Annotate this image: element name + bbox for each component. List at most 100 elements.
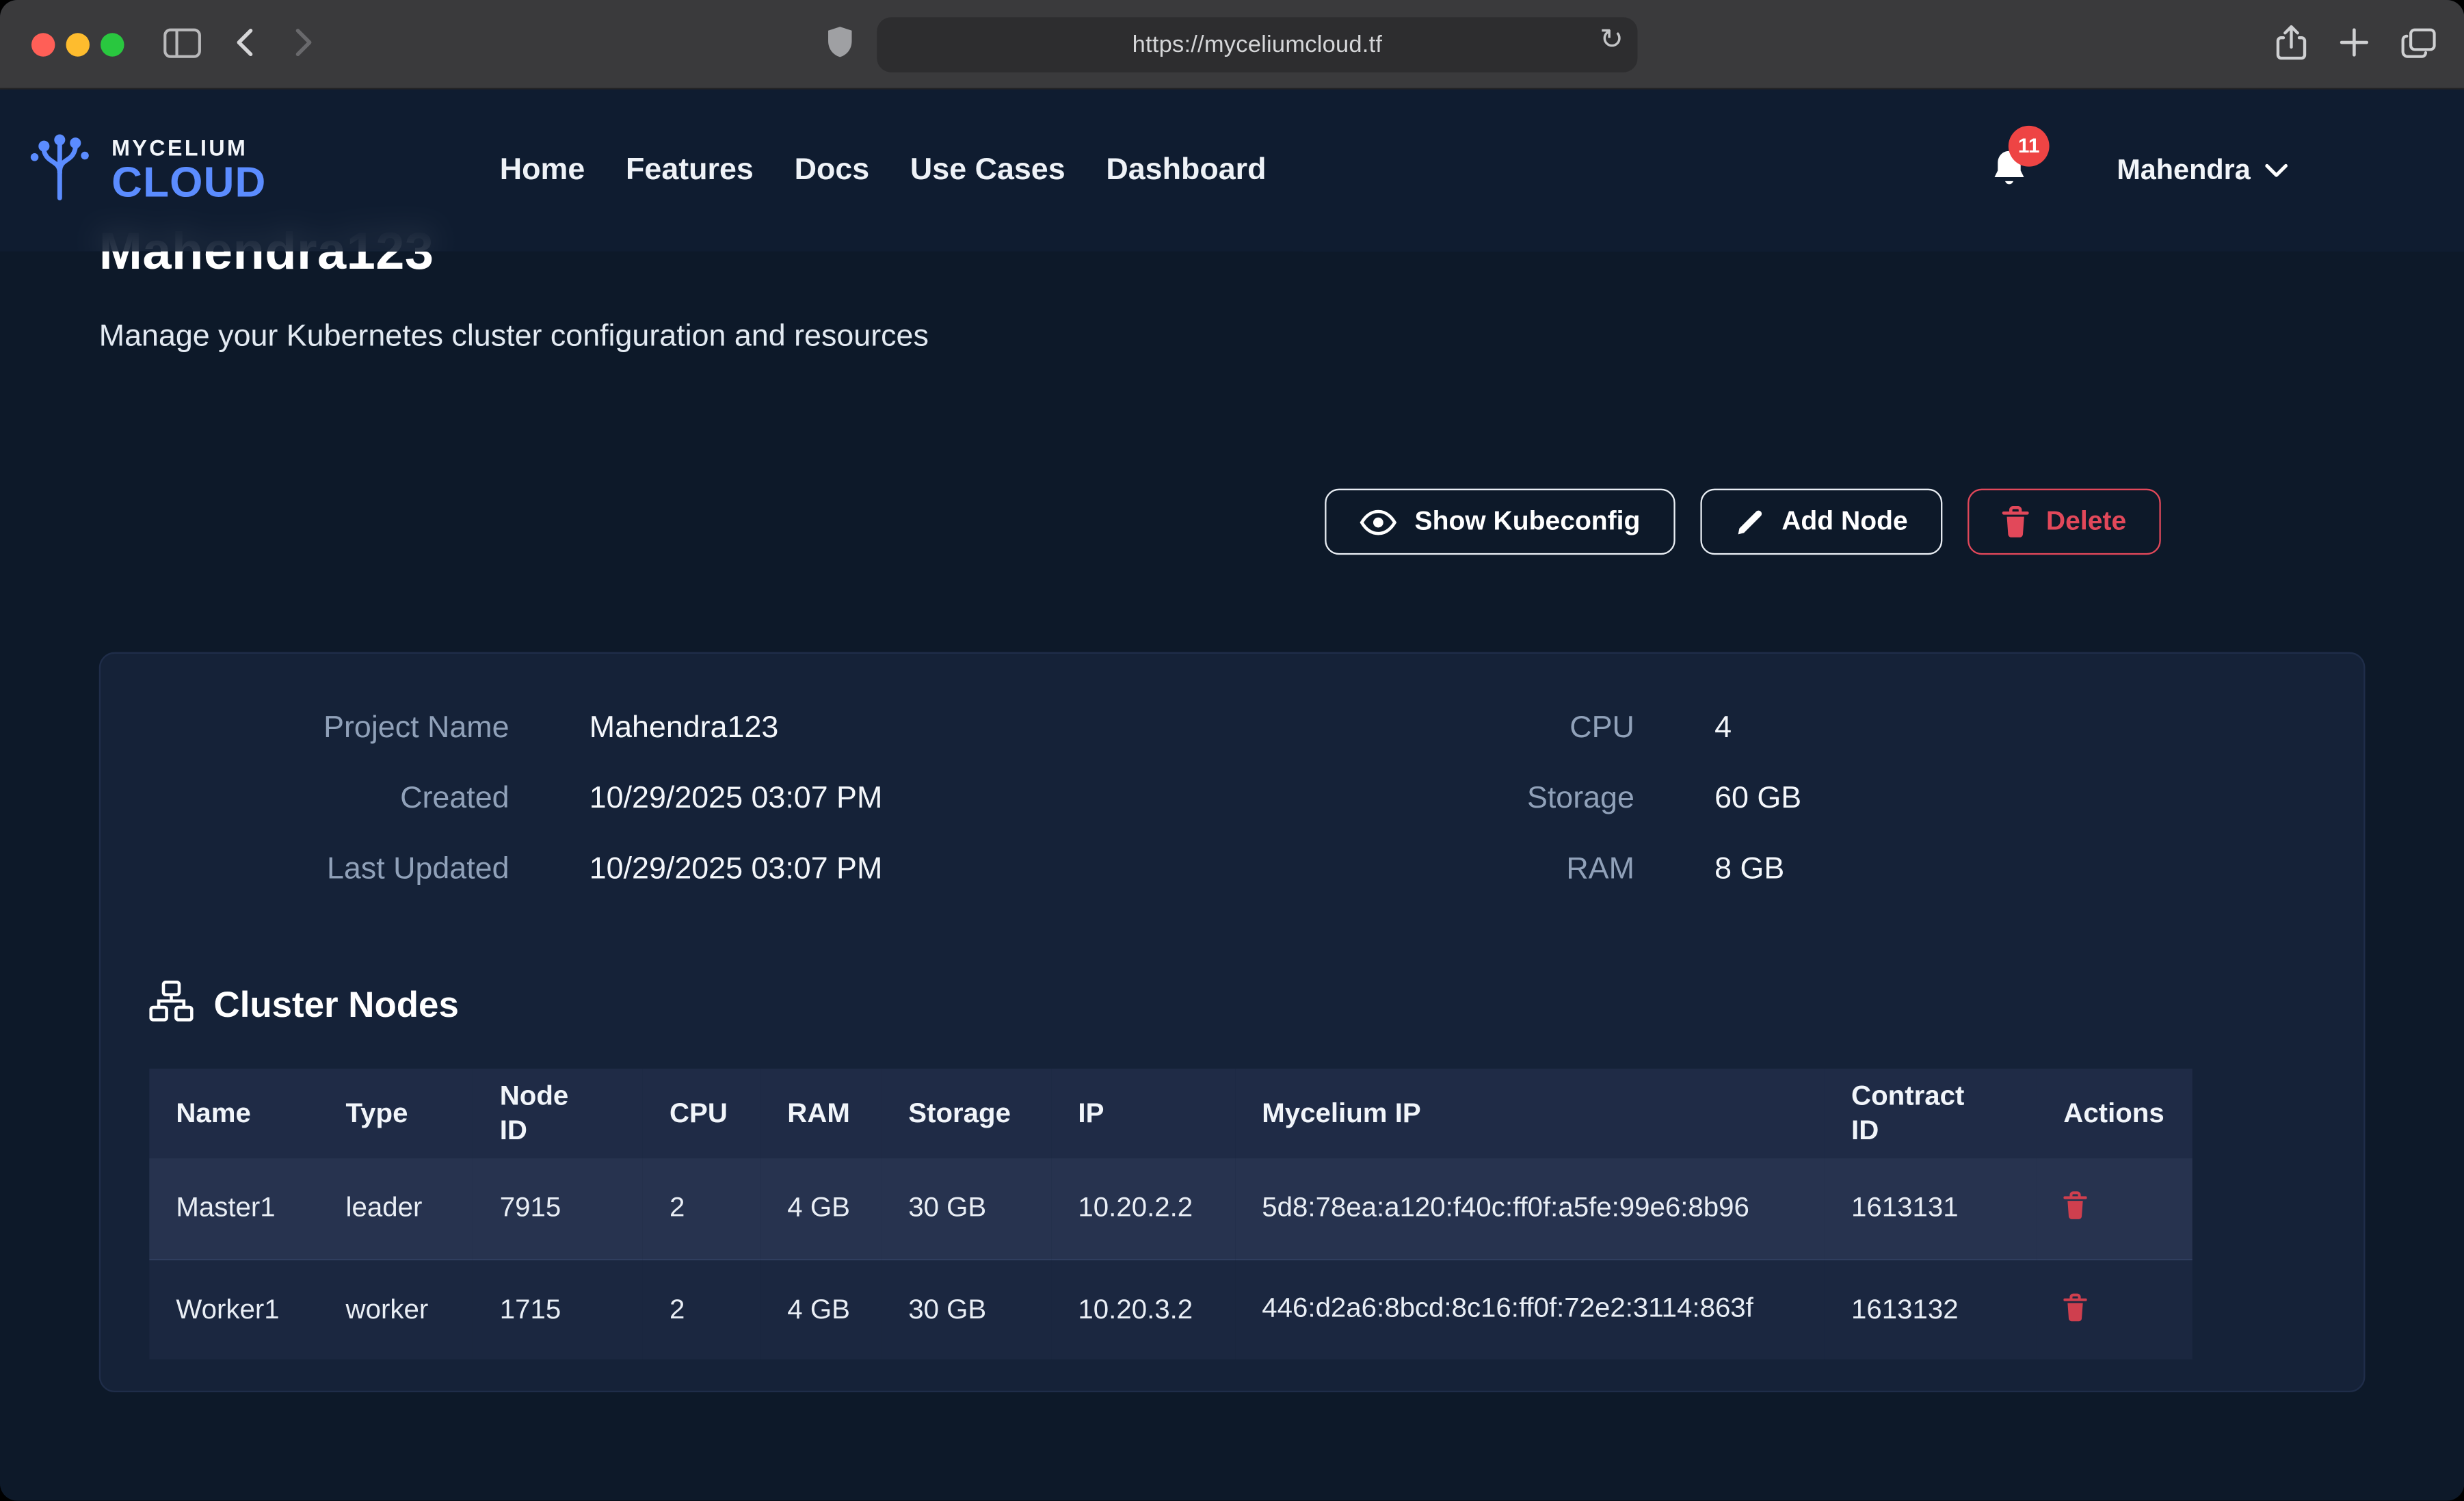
cell-actions (2037, 1158, 2193, 1259)
cell-type: worker (319, 1259, 473, 1359)
sidebar-toggle-button[interactable] (163, 0, 201, 90)
logo-text-bottom: CLOUD (111, 162, 266, 204)
close-window-button[interactable] (31, 33, 55, 56)
logo-text-top: MYCELIUM (111, 137, 266, 159)
main-content: Mahendra123 Manage your Kubernetes clust… (0, 90, 2464, 1392)
plus-icon (2340, 38, 2368, 61)
trash-icon (2002, 506, 2029, 537)
cell-contract-id: 1613132 (1825, 1259, 2037, 1359)
col-header-type: Type (319, 1069, 473, 1158)
traffic-lights (31, 33, 124, 56)
top-navbar: MYCELIUM CLOUD Home Features Docs Use Ca… (0, 90, 2464, 252)
new-tab-button[interactable] (2340, 28, 2368, 61)
detail-value: 8 GB (1714, 852, 1784, 888)
notifications-button[interactable]: 11 (1989, 147, 2028, 194)
col-header-mycelium-ip: Mycelium IP (1235, 1069, 1825, 1158)
cluster-nodes-title: Cluster Nodes (214, 984, 459, 1026)
delete-node-button[interactable] (2063, 1191, 2087, 1224)
detail-label: CPU (1232, 710, 1634, 747)
detail-row-project-name: Project Name Mahendra123 (149, 693, 1232, 763)
detail-row-storage: Storage 60 GB (1232, 764, 2315, 834)
nav-item-features[interactable]: Features (626, 152, 754, 189)
detail-value: Mahendra123 (589, 710, 779, 747)
cell-contract-id: 1613131 (1825, 1158, 2037, 1259)
eye-icon (1360, 508, 1397, 535)
cell-name: Worker1 (149, 1259, 319, 1359)
back-button[interactable] (236, 0, 253, 90)
forward-icon (295, 28, 313, 61)
detail-label: RAM (1232, 852, 1634, 888)
nav-item-dashboard[interactable]: Dashboard (1106, 152, 1266, 189)
logo[interactable]: MYCELIUM CLOUD (22, 132, 266, 209)
zoom-window-button[interactable] (101, 33, 124, 56)
cell-name: Master1 (149, 1158, 319, 1259)
cell-node-id: 7915 (473, 1158, 643, 1259)
delete-label: Delete (2046, 506, 2126, 537)
reload-button[interactable]: ↻ (1600, 23, 1624, 56)
detail-label: Project Name (149, 710, 509, 747)
browser-toolbar: https://myceliumcloud.tf ↻ (0, 0, 2464, 90)
user-name: Mahendra (2117, 154, 2250, 187)
col-header-ram: RAM (760, 1069, 882, 1158)
cell-mycelium-ip: 5d8:78ea:a120:f40c:ff0f:a5fe:99e6:8b96 (1235, 1158, 1825, 1259)
cell-storage: 30 GB (882, 1259, 1051, 1359)
cell-storage: 30 GB (882, 1158, 1051, 1259)
cell-node-id: 1715 (473, 1259, 643, 1359)
detail-label: Created (149, 781, 509, 817)
url-text: https://myceliumcloud.tf (1132, 31, 1383, 58)
nav-right: 11 Mahendra (1989, 90, 2288, 252)
reload-icon: ↻ (1600, 23, 1624, 55)
sidebar-icon (163, 27, 201, 62)
col-header-ip: IP (1051, 1069, 1235, 1158)
cell-cpu: 2 (643, 1158, 760, 1259)
detail-row-created: Created 10/29/2025 03:07 PM (149, 764, 1232, 834)
nav-item-use-cases[interactable]: Use Cases (910, 152, 1065, 189)
notification-badge: 11 (2009, 125, 2050, 166)
nav-links: Home Features Docs Use Cases Dashboard (500, 90, 1267, 252)
col-header-cpu: CPU (643, 1069, 760, 1158)
col-header-actions: Actions (2037, 1069, 2193, 1158)
col-header-name: Name (149, 1069, 319, 1158)
forward-button[interactable] (295, 0, 313, 90)
address-bar[interactable]: https://myceliumcloud.tf ↻ (877, 17, 1637, 72)
nav-item-home[interactable]: Home (500, 152, 585, 189)
cell-cpu: 2 (643, 1259, 760, 1359)
delete-node-button[interactable] (2063, 1293, 2087, 1326)
cluster-nodes-table: Name Type Node ID CPU RAM Storage IP Myc… (149, 1069, 2192, 1359)
cell-actions (2037, 1259, 2193, 1359)
detail-value: 4 (1714, 710, 1732, 747)
cell-mycelium-ip: 446:d2a6:8bcd:8c16:ff0f:72e2:3114:863f (1235, 1259, 1825, 1359)
share-button[interactable] (2276, 23, 2307, 66)
back-icon (236, 28, 253, 61)
share-icon (2276, 42, 2307, 66)
table-row: Master1 leader 7915 2 4 GB 30 GB 10.20.2… (149, 1158, 2192, 1259)
page-subtitle: Manage your Kubernetes cluster configura… (99, 319, 2366, 355)
cell-ram: 4 GB (760, 1158, 882, 1259)
detail-label: Storage (1232, 781, 1634, 817)
add-node-label: Add Node (1781, 506, 1907, 537)
table-row: Worker1 worker 1715 2 4 GB 30 GB 10.20.3… (149, 1259, 2192, 1359)
cluster-details: Project Name Mahendra123 Created 10/29/2… (149, 693, 2315, 905)
detail-label: Last Updated (149, 852, 509, 888)
show-kubeconfig-label: Show Kubeconfig (1415, 506, 1641, 537)
minimize-window-button[interactable] (66, 33, 90, 56)
cell-type: leader (319, 1158, 473, 1259)
page: Mahendra123 Manage your Kubernetes clust… (0, 90, 2464, 1501)
cluster-details-card: Project Name Mahendra123 Created 10/29/2… (99, 652, 2366, 1392)
add-node-button[interactable]: Add Node (1700, 489, 1943, 555)
cluster-nodes-heading: Cluster Nodes (149, 981, 2315, 1029)
detail-row-last-updated: Last Updated 10/29/2025 03:07 PM (149, 834, 1232, 905)
table-header-row: Name Type Node ID CPU RAM Storage IP Myc… (149, 1069, 2192, 1158)
privacy-shield-icon[interactable] (827, 25, 853, 66)
show-kubeconfig-button[interactable]: Show Kubeconfig (1325, 489, 1675, 555)
trash-icon (2063, 1191, 2087, 1224)
cell-ip: 10.20.3.2 (1051, 1259, 1235, 1359)
col-header-storage: Storage (882, 1069, 1051, 1158)
user-menu[interactable]: Mahendra (2117, 154, 2288, 187)
bell-icon (1989, 170, 2028, 194)
nav-item-docs[interactable]: Docs (795, 152, 870, 189)
delete-cluster-button[interactable]: Delete (1968, 489, 2161, 555)
tab-overview-button[interactable] (2401, 27, 2436, 62)
cell-ram: 4 GB (760, 1259, 882, 1359)
sitemap-icon (149, 981, 193, 1029)
